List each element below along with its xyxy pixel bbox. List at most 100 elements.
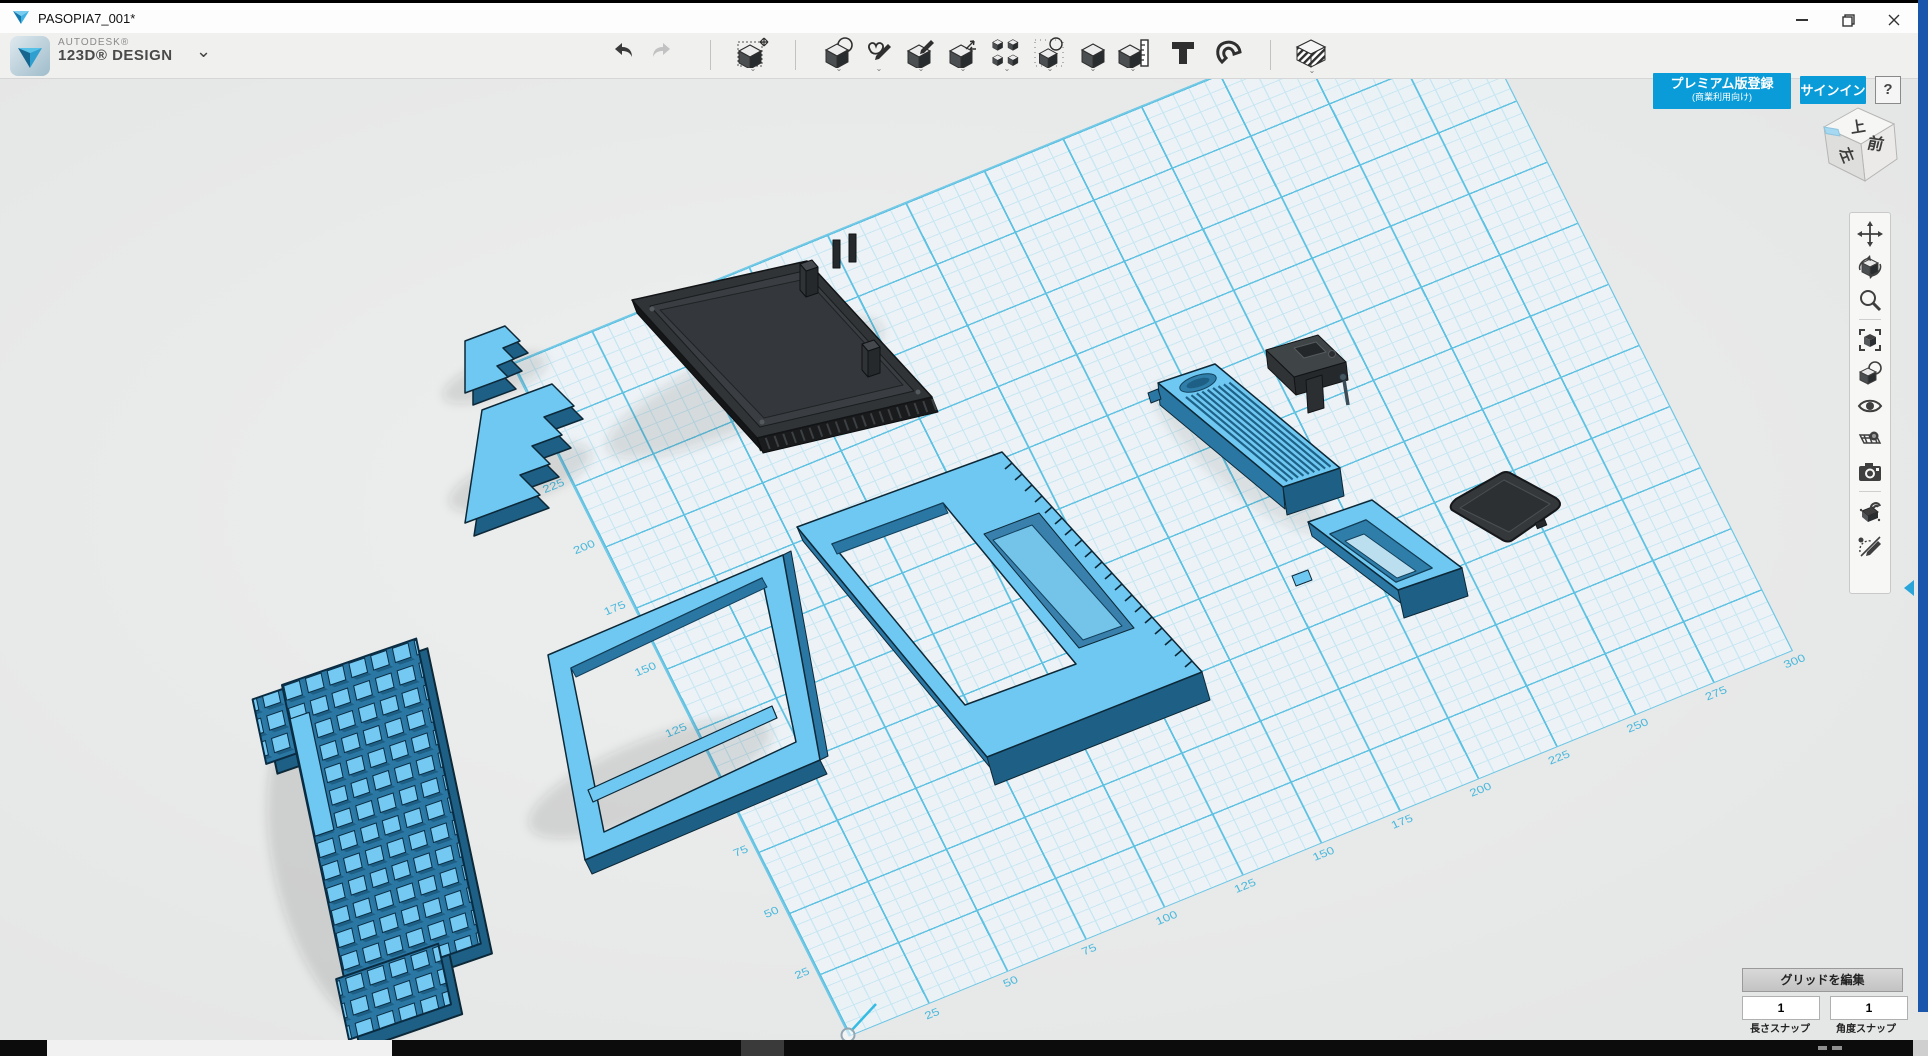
measure-tool[interactable]: ⌄ <box>1114 36 1152 78</box>
app-menu-chevron-icon[interactable]: ⌄ <box>196 41 211 62</box>
grid-origin-marker[interactable] <box>842 1004 877 1040</box>
zoom-selected-button[interactable] <box>1854 356 1886 389</box>
primitives-tool[interactable]: ⌄ <box>820 36 858 78</box>
undo-button[interactable] <box>604 36 642 78</box>
restore-icon <box>1842 14 1855 27</box>
part-top-case[interactable] <box>797 452 1210 785</box>
tray-post <box>800 260 818 297</box>
flyout-chevron-icon[interactable]: ⌄ <box>1309 69 1316 73</box>
window-titlebar: PASOPIA7_001* <box>0 3 1928 33</box>
premium-signup-button[interactable]: プレミアム版登録 (商業利用向け) <box>1653 73 1791 109</box>
view-cube-top-label: 上 <box>1849 118 1866 137</box>
bottom-bar-mark <box>1832 1046 1842 1050</box>
grid-visibility-icon <box>1857 426 1883 452</box>
pattern-tool[interactable]: ⌄ <box>988 36 1026 78</box>
edit-grid-button[interactable]: グリッドを編集 <box>1742 968 1903 992</box>
panel-collapse-arrow-icon[interactable] <box>1904 580 1914 596</box>
main-toolbar: AUTODESK® 123D® DESIGN ⌄ ⌄ ⌄ <box>0 33 1928 79</box>
rail-separator <box>1859 491 1881 492</box>
signin-button[interactable]: サインイン <box>1800 76 1866 104</box>
screen-top-strip <box>0 0 1928 3</box>
angle-snap-label: 角度スナップ <box>1826 1020 1906 1035</box>
hide-sketches-button[interactable] <box>1854 528 1886 561</box>
fit-icon <box>1857 327 1883 353</box>
magnifier-icon <box>1857 287 1883 313</box>
length-snap-input[interactable] <box>1742 996 1820 1020</box>
undo-icon <box>608 36 638 66</box>
tray-post <box>862 340 880 377</box>
combine-tool[interactable]: ⌄ <box>1074 36 1112 78</box>
flyout-chevron-icon[interactable]: ⌄ <box>960 67 967 71</box>
brand-line2: 123D® DESIGN <box>58 48 173 65</box>
app-window-icon <box>12 10 30 26</box>
flyout-chevron-icon[interactable]: ⌄ <box>836 67 843 71</box>
model-scene <box>0 78 1928 1040</box>
flyout-chevron-icon[interactable]: ⌄ <box>1090 67 1097 71</box>
redo-button[interactable] <box>643 36 681 78</box>
snap-toggle-button[interactable] <box>1854 495 1886 528</box>
material-tool[interactable]: ⌄ <box>1293 36 1331 78</box>
modify-tool[interactable]: ⌄ <box>944 36 982 78</box>
flyout-chevron-icon[interactable]: ⌄ <box>876 67 883 71</box>
bottom-bar <box>0 1040 1928 1056</box>
magnet-icon <box>1213 36 1247 68</box>
material-icon <box>1294 36 1330 70</box>
bottom-bar-mark <box>1818 1046 1827 1050</box>
redo-icon <box>647 36 677 66</box>
toolbar-separator <box>795 40 796 70</box>
grid-settings-panel: グリッドを編集 長さスナップ 角度スナップ <box>1742 968 1903 992</box>
app-logo[interactable] <box>10 36 50 76</box>
snap-magnet-icon <box>1857 499 1883 525</box>
navigation-rail <box>1849 212 1891 594</box>
premium-label: プレミアム版登録 <box>1653 75 1791 92</box>
part-connector-block[interactable] <box>1266 335 1348 413</box>
minimize-button[interactable] <box>1780 6 1824 34</box>
grouping-tool[interactable]: ⌄ <box>1031 36 1069 78</box>
flyout-chevron-icon[interactable]: ⌄ <box>750 67 757 71</box>
help-button[interactable]: ? <box>1875 76 1901 104</box>
show-grid-button[interactable] <box>1854 422 1886 455</box>
flyout-chevron-icon[interactable]: ⌄ <box>1047 67 1054 71</box>
eye-icon <box>1857 393 1883 419</box>
camera-icon <box>1857 459 1883 485</box>
close-icon <box>1888 14 1900 26</box>
view-cube[interactable]: 上 前 左 <box>1798 95 1910 195</box>
toolbar-separator <box>1270 40 1271 70</box>
zoom-button[interactable] <box>1854 283 1886 316</box>
snap-tool[interactable] <box>1211 36 1249 78</box>
brand-text: AUTODESK® 123D® DESIGN <box>58 37 173 65</box>
part-lid[interactable] <box>1451 472 1560 542</box>
bottom-bar-segment <box>1913 1040 1928 1056</box>
flyout-chevron-icon[interactable]: ⌄ <box>1004 67 1011 71</box>
bottom-bar-segment <box>47 1040 392 1056</box>
toolbar-separator <box>710 40 711 70</box>
pan-button[interactable] <box>1854 217 1886 250</box>
transform-tool[interactable]: ⌄ <box>734 36 772 78</box>
close-button[interactable] <box>1872 6 1916 34</box>
viewport-canvas[interactable]: 255075100125150175200225250275300 255075… <box>0 78 1928 1040</box>
sketch-tool[interactable]: ⌄ <box>860 36 898 78</box>
minimize-icon <box>1796 19 1808 21</box>
window-title: PASOPIA7_001* <box>38 11 135 26</box>
fit-view-button[interactable] <box>1854 323 1886 356</box>
part-screw[interactable] <box>1340 374 1349 406</box>
part-slot-frame[interactable] <box>1292 500 1468 618</box>
flyout-chevron-icon[interactable]: ⌄ <box>918 67 925 71</box>
premium-sublabel: (商業利用向け) <box>1653 92 1791 102</box>
orbit-icon <box>1857 254 1883 280</box>
part-front-bezel[interactable] <box>548 551 828 874</box>
123d-logo-icon <box>10 36 50 76</box>
restore-button[interactable] <box>1826 6 1870 34</box>
rail-separator <box>1859 319 1881 320</box>
text-tool[interactable] <box>1164 36 1202 78</box>
pan-icon <box>1857 221 1883 247</box>
bottom-bar-segment <box>741 1040 784 1056</box>
text-tool-icon <box>1166 36 1200 68</box>
zoom-selected-icon <box>1857 360 1883 386</box>
flyout-chevron-icon[interactable]: ⌄ <box>1130 67 1137 71</box>
visibility-button[interactable] <box>1854 389 1886 422</box>
angle-snap-input[interactable] <box>1830 996 1908 1020</box>
snapshot-button[interactable] <box>1854 455 1886 488</box>
orbit-button[interactable] <box>1854 250 1886 283</box>
construct-tool[interactable]: ⌄ <box>902 36 940 78</box>
